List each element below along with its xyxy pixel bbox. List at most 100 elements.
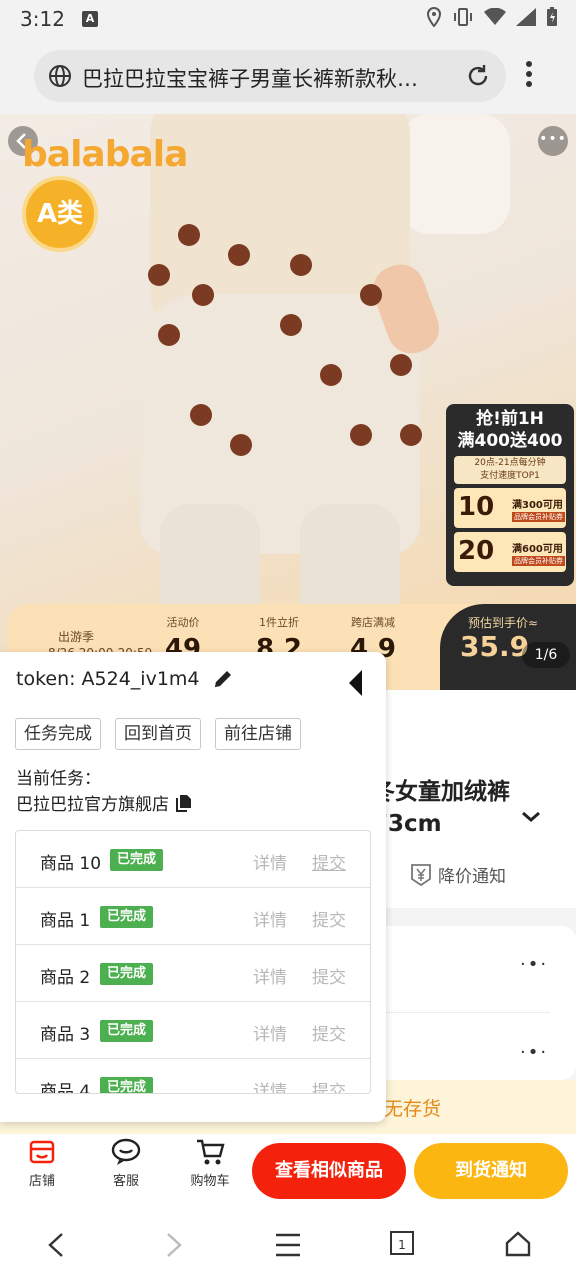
- pencil-icon[interactable]: [212, 668, 234, 690]
- customer-service-button[interactable]: 客服: [96, 1138, 156, 1189]
- menu-icon[interactable]: [274, 1230, 302, 1260]
- divider: [376, 1012, 550, 1013]
- task-item-row[interactable]: 商品 1 已完成 详情 提交: [16, 888, 370, 945]
- shop-button[interactable]: 店铺: [12, 1138, 72, 1189]
- polka-dot: [290, 254, 312, 276]
- task-item-row[interactable]: 商品 2 已完成 详情 提交: [16, 945, 370, 1002]
- arrival-notice-button[interactable]: 到货通知: [414, 1143, 568, 1199]
- polka-dot: [190, 404, 212, 426]
- cart-label: 购物车: [190, 1174, 230, 1189]
- forward-arrow-icon[interactable]: [162, 1230, 186, 1260]
- chat-icon: [111, 1138, 141, 1165]
- status-badge: 已完成: [110, 849, 164, 871]
- promo-panel: 抢!前1H 满400送400 20点-21点每分钟 支付速度TOP1 10 满3…: [446, 404, 574, 586]
- collapse-panel-icon[interactable]: [346, 668, 366, 698]
- item-name: 商品 3: [40, 1025, 91, 1045]
- more-options-icon[interactable]: •••: [538, 126, 568, 156]
- chevron-down-icon[interactable]: [520, 810, 542, 824]
- promo-subtitle: 满400送400: [457, 431, 563, 451]
- submit-link[interactable]: 提交: [312, 849, 346, 874]
- overflow-menu-icon[interactable]: [526, 60, 532, 88]
- detail-link[interactable]: 详情: [253, 963, 287, 988]
- coupon: 20 满600可用 品牌会员补贴券: [454, 532, 566, 572]
- polka-dot: [228, 244, 250, 266]
- polka-dot: [390, 354, 412, 376]
- detail-link[interactable]: 详情: [253, 1077, 287, 1093]
- polka-dot: [178, 224, 200, 246]
- price-drop-notice-button[interactable]: 降价通知: [410, 862, 506, 887]
- home-icon[interactable]: [504, 1230, 532, 1258]
- coupon: 10 满300可用 品牌会员补贴券: [454, 488, 566, 528]
- page-title: 巴拉巴拉宝宝裤子男童长裤新款秋…: [82, 67, 418, 91]
- system-nav-bar: 1: [0, 1210, 576, 1280]
- battery-icon: [547, 7, 557, 26]
- status-time: 3:12: [20, 7, 65, 31]
- current-task-shop-name: 巴拉巴拉官方旗舰店: [16, 795, 169, 815]
- polka-dot: [350, 424, 372, 446]
- price-drop-notice-label: 降价通知: [438, 867, 506, 887]
- polka-dot: [158, 324, 180, 346]
- price-col-label: 跨店满减: [351, 616, 395, 629]
- final-price-label: 预估到手价≈: [468, 616, 539, 630]
- item-name: 商品 2: [40, 968, 91, 988]
- submit-link[interactable]: 提交: [312, 963, 346, 988]
- more-dots-icon[interactable]: ·•·: [520, 954, 548, 975]
- item-name: 商品 10: [40, 854, 102, 874]
- globe-icon: [49, 65, 71, 87]
- product-title: 冬女童加绒裤 73cm: [372, 776, 562, 840]
- token-label: token:: [16, 668, 76, 690]
- status-badge: 已完成: [100, 1077, 154, 1093]
- item-name: 商品 1: [40, 911, 91, 931]
- coupon-tag: 品牌会员补贴券: [512, 512, 565, 522]
- task-item-row[interactable]: 商品 3 已完成 详情 提交: [16, 1002, 370, 1059]
- final-price-value: 35.9: [460, 630, 530, 663]
- task-item-list[interactable]: 商品 10 已完成 详情 提交 商品 1 已完成 详情 提交 商品 2 已完成 …: [15, 830, 371, 1094]
- image-sleeve: [400, 114, 510, 234]
- token-value: A524_iv1m4: [81, 668, 200, 690]
- tabs-icon[interactable]: 1: [389, 1230, 415, 1258]
- go-to-shop-button[interactable]: 前往店铺: [215, 718, 301, 750]
- svg-text:1: 1: [398, 1238, 406, 1252]
- browser-toolbar: 巴拉巴拉宝宝裤子男童长裤新款秋…: [0, 38, 576, 114]
- promo-note-line: 20点-21点每分钟: [474, 458, 546, 468]
- price-col-label: 活动价: [166, 616, 200, 629]
- task-complete-button[interactable]: 任务完成: [15, 718, 101, 750]
- brand-logo: balabala: [22, 134, 188, 175]
- notification-a-icon: A: [82, 11, 98, 27]
- view-similar-button[interactable]: 查看相似商品: [252, 1143, 406, 1199]
- address-bar[interactable]: 巴拉巴拉宝宝裤子男童长裤新款秋…: [34, 50, 506, 102]
- submit-link[interactable]: 提交: [312, 1077, 346, 1093]
- task-item-row[interactable]: 商品 10 已完成 详情 提交: [16, 831, 370, 888]
- shop-icon: [29, 1140, 55, 1164]
- status-badge: 已完成: [100, 906, 154, 928]
- cart-button[interactable]: 购物车: [180, 1138, 240, 1189]
- more-dots-icon[interactable]: ·•·: [520, 1042, 548, 1063]
- detail-link[interactable]: 详情: [253, 849, 287, 874]
- token-row: token: A524_iv1m4: [16, 668, 234, 690]
- submit-link[interactable]: 提交: [312, 1020, 346, 1045]
- detail-link[interactable]: 详情: [253, 1020, 287, 1045]
- location-icon: [426, 7, 442, 27]
- reload-icon[interactable]: [464, 62, 492, 90]
- promo-title: 抢!前1H: [476, 409, 544, 429]
- cart-icon: [197, 1139, 225, 1165]
- detail-link[interactable]: 详情: [253, 906, 287, 931]
- polka-dot: [400, 424, 422, 446]
- item-name: 商品 4: [40, 1082, 91, 1094]
- product-title-line: 冬女童加绒裤: [372, 779, 510, 805]
- submit-link[interactable]: 提交: [312, 906, 346, 931]
- signal-icon: [516, 8, 536, 26]
- polka-dot: [360, 284, 382, 306]
- back-arrow-icon[interactable]: [44, 1230, 68, 1260]
- promo-note: 20点-21点每分钟 支付速度TOP1: [454, 456, 566, 484]
- image-pager: 1/6: [522, 642, 570, 668]
- coupon-amount: 20: [458, 536, 495, 566]
- copy-icon[interactable]: [175, 794, 193, 812]
- coupon-amount: 10: [458, 492, 495, 522]
- back-home-button[interactable]: 回到首页: [115, 718, 201, 750]
- task-item-row[interactable]: 商品 4 已完成 详情 提交: [16, 1059, 370, 1094]
- polka-dot: [148, 264, 170, 286]
- polka-dot: [192, 284, 214, 306]
- vibrate-icon: [454, 8, 472, 26]
- polka-dot: [280, 314, 302, 336]
